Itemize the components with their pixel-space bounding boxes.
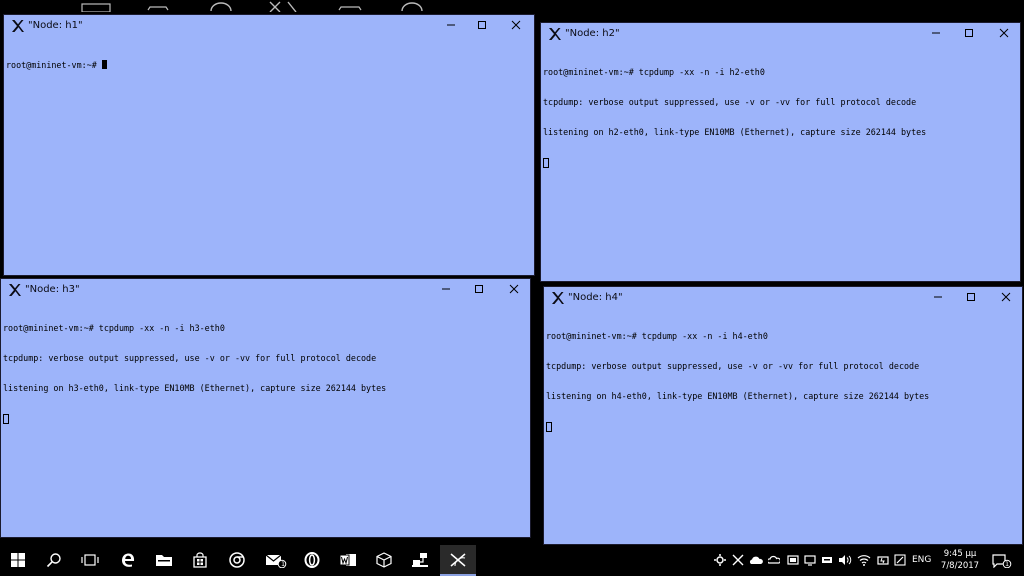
window-title: "Node: h1" [28, 20, 83, 31]
clock[interactable]: 9:45 μμ 7/8/2017 [938, 548, 982, 572]
terminal-window-h1[interactable]: "Node: h1" root@mininet-vm:~# [3, 14, 535, 276]
title-bar[interactable]: "Node: h3" [1, 279, 530, 301]
close-button[interactable] [997, 290, 1015, 306]
notification-count: 1 [1005, 560, 1010, 568]
network-app-icon[interactable] [402, 545, 438, 576]
terminal-output[interactable]: root@mininet-vm:~# tcpdump -xx -n -i h4-… [546, 311, 1020, 542]
title-bar[interactable]: "Node: h1" [4, 15, 534, 37]
store-icon[interactable] [182, 545, 218, 576]
terminal-line: tcpdump: verbose output suppressed, use … [543, 97, 917, 107]
maximize-button[interactable] [470, 282, 488, 298]
terminal-line: listening on h3-eth0, link-type EN10MB (… [3, 383, 387, 393]
x-logo-icon [8, 283, 22, 297]
desktop-shortcut-icon[interactable] [80, 0, 112, 12]
terminal-line: root@mininet-vm:~# tcpdump -xx -n -i h4-… [546, 331, 768, 341]
terminal-line: tcpdump: verbose output suppressed, use … [546, 361, 920, 371]
tray-wifi-icon[interactable] [857, 545, 871, 576]
window-title: "Node: h4" [568, 292, 623, 303]
maximize-button[interactable] [962, 290, 980, 306]
terminal-line: listening on h4-eth0, link-type EN10MB (… [546, 391, 930, 401]
tray-onedrive-icon[interactable] [749, 545, 763, 576]
minimize-button[interactable] [927, 26, 945, 42]
desktop-xming-icon[interactable] [266, 0, 302, 12]
tray-settings-icon[interactable] [714, 545, 726, 576]
mail-icon[interactable]: 1 [258, 545, 294, 576]
terminal-window-h3[interactable]: "Node: h3" root@mininet-vm:~# tcpdump -x… [0, 278, 531, 538]
tray-xming-icon[interactable] [732, 545, 744, 576]
x-logo-icon [11, 19, 25, 33]
desktop-folder-icon[interactable] [146, 0, 170, 12]
close-button[interactable] [507, 18, 525, 34]
clock-time: 9:45 μμ [943, 549, 977, 559]
opera-icon[interactable] [294, 545, 330, 576]
window-title: "Node: h3" [25, 284, 80, 295]
minimize-button[interactable] [929, 290, 947, 306]
terminal-prompt: root@mininet-vm:~# [6, 60, 102, 70]
tray-cloud-icon[interactable] [768, 545, 780, 576]
text-cursor [101, 60, 107, 69]
terminal-output[interactable]: root@mininet-vm:~# tcpdump -xx -n -i h2-… [543, 47, 1018, 279]
chrome-icon[interactable] [219, 545, 255, 576]
desktop-folder2-icon[interactable] [336, 0, 364, 12]
terminal-line: listening on h2-eth0, link-type EN10MB (… [543, 127, 927, 137]
taskbar: 1 ENG 9:45 μμ 7/8/2017 1 [0, 545, 1024, 576]
close-button[interactable] [995, 26, 1013, 42]
desktop-app-icon[interactable] [207, 0, 235, 12]
title-bar[interactable]: "Node: h2" [541, 23, 1020, 45]
maximize-button[interactable] [473, 18, 491, 34]
language-indicator[interactable]: ENG [912, 555, 931, 565]
minimize-button[interactable] [442, 18, 460, 34]
desktop-app2-icon[interactable] [398, 0, 426, 12]
terminal-line: root@mininet-vm:~# tcpdump -xx -n -i h3-… [3, 323, 225, 333]
x-logo-icon [551, 291, 565, 305]
terminal-window-h4[interactable]: "Node: h4" root@mininet-vm:~# tcpdump -x… [543, 286, 1023, 545]
action-center-icon[interactable]: 1 [992, 545, 1012, 576]
terminal-window-h2[interactable]: "Node: h2" root@mininet-vm:~# tcpdump -x… [540, 22, 1021, 282]
virtualbox-icon[interactable] [366, 545, 402, 576]
windows-start-icon[interactable] [0, 545, 36, 576]
desktop-icons-row [0, 0, 1024, 14]
edge-icon[interactable] [110, 545, 146, 576]
tray-pen-icon[interactable] [894, 545, 906, 576]
terminal-output[interactable]: root@mininet-vm:~# tcpdump -xx -n -i h3-… [3, 303, 528, 535]
terminal-line: tcpdump: verbose output suppressed, use … [3, 353, 377, 363]
text-cursor [543, 158, 549, 168]
tray-power-icon[interactable] [877, 545, 889, 576]
text-cursor [3, 414, 9, 424]
title-bar[interactable]: "Node: h4" [544, 287, 1022, 309]
window-title: "Node: h2" [565, 28, 620, 39]
terminal-line: root@mininet-vm:~# [6, 60, 532, 70]
x-logo-icon [548, 27, 562, 41]
tray-volume-icon[interactable] [838, 545, 852, 576]
text-cursor [546, 422, 552, 432]
task-view-icon[interactable] [72, 545, 108, 576]
tray-app-icon[interactable] [787, 545, 799, 576]
close-button[interactable] [505, 282, 523, 298]
minimize-button[interactable] [437, 282, 455, 298]
search-icon[interactable] [36, 545, 72, 576]
mail-badge: 1 [281, 560, 286, 568]
terminal-output[interactable]: root@mininet-vm:~# [6, 40, 532, 273]
xming-icon[interactable] [440, 545, 476, 576]
maximize-button[interactable] [960, 26, 978, 42]
tray-keyboard-icon[interactable] [821, 545, 833, 576]
file-explorer-icon[interactable] [146, 545, 182, 576]
terminal-line: root@mininet-vm:~# tcpdump -xx -n -i h2-… [543, 67, 765, 77]
tray-display-icon[interactable] [804, 545, 816, 576]
word-icon[interactable] [330, 545, 366, 576]
clock-date: 7/8/2017 [940, 561, 980, 571]
